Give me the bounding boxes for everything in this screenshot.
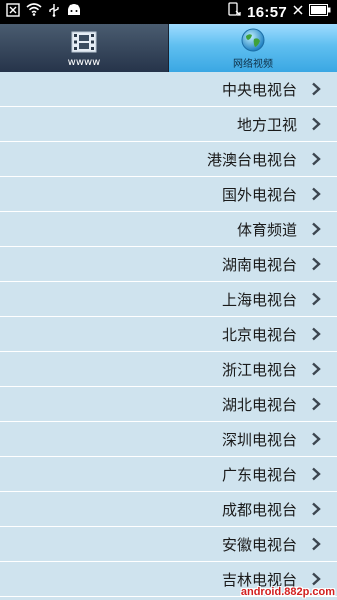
chevron-right-icon — [311, 572, 321, 586]
list-item[interactable]: 安徽电视台 — [0, 527, 337, 562]
chevron-right-icon — [311, 537, 321, 551]
list-item-label: 成都电视台 — [221, 500, 297, 519]
usb-icon — [48, 3, 60, 22]
tab-wwww[interactable]: wwww — [0, 24, 169, 72]
tab-wwww-label: wwww — [67, 56, 101, 68]
android-icon — [66, 3, 82, 21]
chevron-right-icon — [311, 327, 321, 341]
list-item-label: 广东电视台 — [221, 465, 297, 484]
chevron-right-icon — [311, 362, 321, 376]
tab-network-video[interactable]: 网络视频 — [169, 24, 337, 72]
list-item-label: 体育频道 — [236, 220, 297, 239]
chevron-right-icon — [311, 117, 321, 131]
list-item-label: 上海电视台 — [221, 290, 297, 309]
chevron-right-icon — [311, 82, 321, 96]
signal-x-icon — [293, 3, 303, 21]
list-item[interactable]: 中央电视台 — [0, 72, 337, 107]
chevron-right-icon — [311, 187, 321, 201]
list-item-label: 国外电视台 — [221, 185, 297, 204]
list-item[interactable]: 港澳台电视台 — [0, 142, 337, 177]
channel-list: 中央电视台 地方卫视 港澳台电视台 国外电视台 体育频道 湖南电视台 上海电视台… — [0, 72, 337, 600]
chevron-right-icon — [311, 292, 321, 306]
list-item-label: 深圳电视台 — [221, 430, 297, 449]
globe-icon — [240, 27, 266, 53]
list-item[interactable]: 体育频道 — [0, 212, 337, 247]
battery-full-icon — [309, 3, 331, 21]
chevron-right-icon — [311, 152, 321, 166]
wifi-icon — [26, 3, 42, 21]
status-bar-right: 16:57 — [227, 2, 331, 22]
chevron-right-icon — [311, 467, 321, 481]
list-item[interactable]: 成都电视台 — [0, 492, 337, 527]
status-bar: 16:57 — [0, 0, 337, 24]
list-item-label: 湖南电视台 — [221, 255, 297, 274]
list-item[interactable]: 湖北电视台 — [0, 387, 337, 422]
status-bar-left — [6, 2, 82, 22]
chevron-right-icon — [311, 432, 321, 446]
chevron-right-icon — [311, 222, 321, 236]
chevron-right-icon — [311, 257, 321, 271]
close-box-icon — [6, 2, 20, 22]
list-item[interactable]: 地方卫视 — [0, 107, 337, 142]
list-item-label: 浙江电视台 — [221, 360, 297, 379]
list-item[interactable]: 国外电视台 — [0, 177, 337, 212]
list-item[interactable]: 深圳电视台 — [0, 422, 337, 457]
watermark: android.882p.com — [240, 586, 335, 598]
list-item-label: 地方卫视 — [236, 115, 297, 134]
chevron-right-icon — [311, 502, 321, 516]
status-time: 16:57 — [247, 3, 287, 21]
phone-sync-icon — [227, 2, 241, 22]
film-reel-icon — [70, 29, 98, 55]
list-item[interactable]: 广东电视台 — [0, 457, 337, 492]
list-item-label: 北京电视台 — [221, 325, 297, 344]
list-item-label: 中央电视台 — [221, 80, 297, 99]
list-item[interactable]: 上海电视台 — [0, 282, 337, 317]
list-item[interactable]: 北京电视台 — [0, 317, 337, 352]
chevron-right-icon — [311, 397, 321, 411]
list-item-label: 湖北电视台 — [221, 395, 297, 414]
tab-network-video-label: 网络视频 — [233, 58, 273, 70]
list-item-label: 港澳台电视台 — [206, 150, 297, 169]
list-item-label: 安徽电视台 — [221, 535, 297, 554]
list-item[interactable]: 浙江电视台 — [0, 352, 337, 387]
tab-bar: wwww 网络视频 — [0, 24, 337, 72]
list-item[interactable]: 湖南电视台 — [0, 247, 337, 282]
